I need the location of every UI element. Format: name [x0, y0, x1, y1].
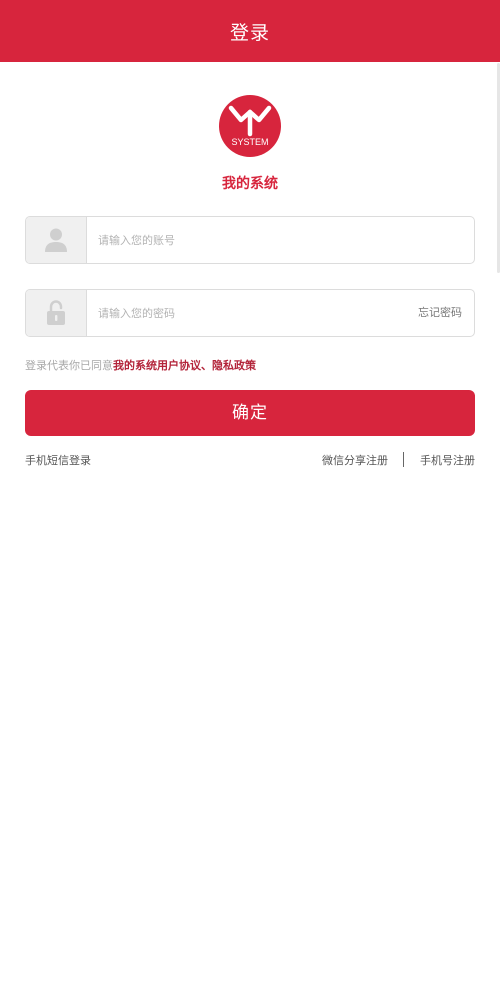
- page-title: 登录: [229, 21, 270, 44]
- logo-mark-icon: [228, 105, 272, 137]
- agreement-prefix: 登录代表你已同意: [25, 359, 113, 372]
- agreement-link[interactable]: 我的系统用户协议、隐私政策: [113, 359, 256, 372]
- account-field[interactable]: [25, 216, 475, 264]
- password-field[interactable]: 忘记密码: [25, 289, 475, 337]
- confirm-button[interactable]: 确定: [25, 390, 475, 436]
- sms-login-link[interactable]: 手机短信登录: [25, 452, 91, 468]
- wechat-register-link[interactable]: 微信分享注册: [322, 452, 388, 468]
- header-bar: 登录: [0, 0, 500, 62]
- lock-icon: [47, 300, 65, 325]
- logo-text: SYSTEM: [231, 137, 269, 147]
- account-icon-box: [26, 217, 87, 263]
- link-divider: [403, 452, 404, 467]
- account-input[interactable]: [86, 217, 386, 263]
- agreement-notice: 登录代表你已同意我的系统用户协议、隐私政策: [25, 357, 256, 373]
- forgot-password-link[interactable]: 忘记密码: [418, 290, 462, 336]
- app-logo: SYSTEM: [219, 95, 281, 157]
- user-icon: [45, 228, 67, 252]
- phone-register-link[interactable]: 手机号注册: [420, 452, 475, 468]
- password-icon-box: [26, 290, 87, 336]
- app-name: 我的系统: [222, 176, 278, 192]
- password-input[interactable]: [86, 290, 386, 336]
